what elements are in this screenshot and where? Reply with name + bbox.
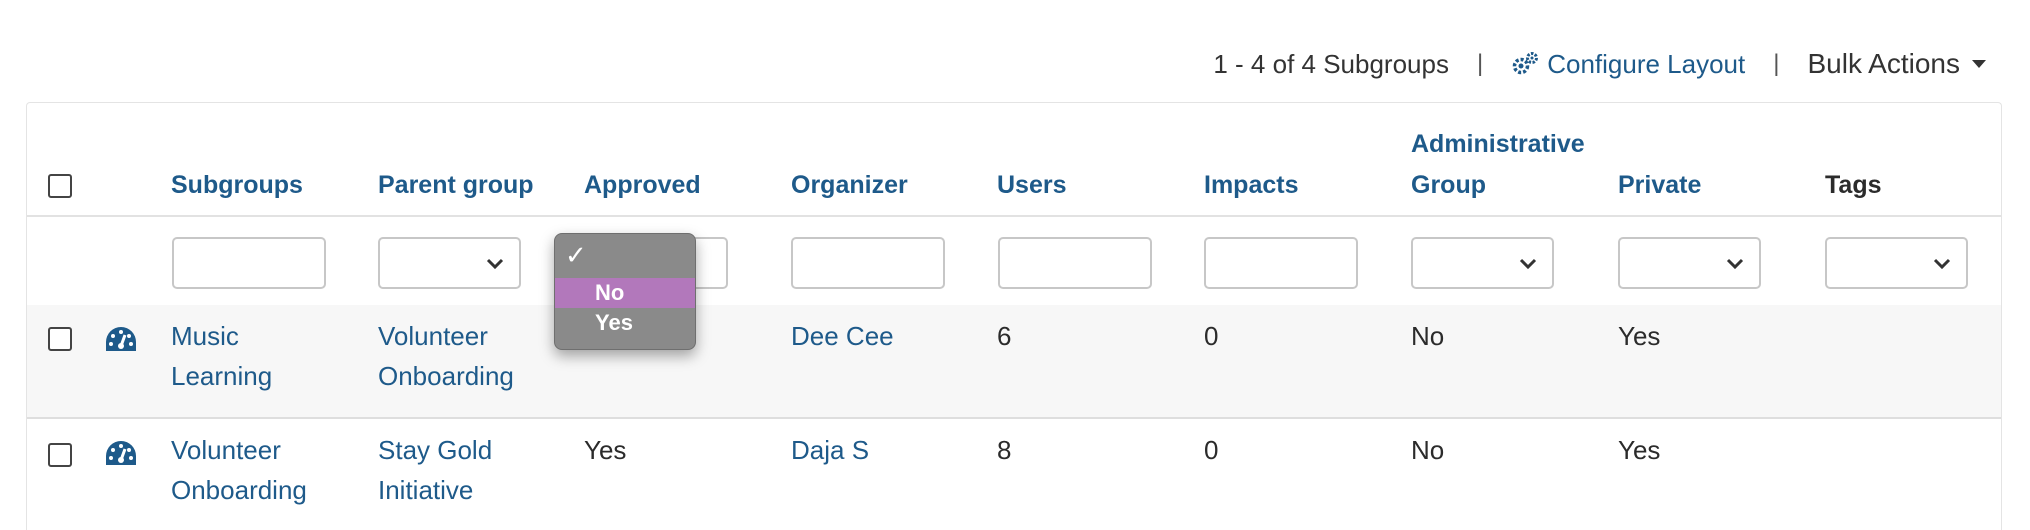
parent-group-link-line2[interactable]: Onboarding xyxy=(378,356,514,396)
parent-group-filter-select[interactable] xyxy=(378,237,521,289)
table-filter-row xyxy=(27,217,2001,305)
column-header-users[interactable]: Users xyxy=(997,165,1067,205)
configure-layout-link[interactable]: Configure Layout xyxy=(1511,49,1745,80)
column-header-parent-group[interactable]: Parent group xyxy=(378,165,534,205)
users-value: 6 xyxy=(997,321,1012,351)
approved-dropdown-menu: ✓ No Yes xyxy=(554,233,696,350)
gears-icon xyxy=(1512,52,1539,75)
subgroup-link-line1[interactable]: Music xyxy=(171,316,239,356)
chevron-down-icon xyxy=(1933,258,1951,270)
chevron-down-icon xyxy=(1726,258,1744,270)
row-select-checkbox[interactable] xyxy=(48,443,72,467)
organizer-filter-input[interactable] xyxy=(791,237,945,289)
impacts-filter-input[interactable] xyxy=(1204,237,1358,289)
impacts-value: 0 xyxy=(1204,321,1219,351)
tags-filter-select[interactable] xyxy=(1825,237,1968,289)
dropdown-option-no[interactable]: No xyxy=(555,278,695,308)
chevron-down-icon xyxy=(486,258,504,270)
parent-group-link-line1[interactable]: Stay Gold xyxy=(378,430,492,470)
parent-group-link-line1[interactable]: Volunteer xyxy=(378,316,488,356)
subgroup-link-line1[interactable]: Volunteer xyxy=(171,430,281,470)
admin-group-filter-select[interactable] xyxy=(1411,237,1554,289)
parent-group-link-line2[interactable]: Initiative xyxy=(378,470,473,510)
column-header-private[interactable]: Private xyxy=(1618,165,1701,205)
private-value: Yes xyxy=(1618,321,1661,351)
column-header-tags: Tags xyxy=(1825,171,1882,199)
approved-value: Yes xyxy=(584,435,627,465)
column-header-organizer[interactable]: Organizer xyxy=(791,165,908,205)
table-toolbar: 1 - 4 of 4 Subgroups | Configure Layout … xyxy=(1213,44,1986,84)
admin-group-value: No xyxy=(1411,321,1445,351)
toolbar-separator: | xyxy=(1476,50,1484,77)
bulk-actions-button[interactable]: Bulk Actions xyxy=(1807,48,1986,80)
chevron-down-icon xyxy=(1519,258,1537,270)
column-header-impacts[interactable]: Impacts xyxy=(1204,165,1298,205)
empty-option-checked[interactable]: ✓ xyxy=(555,240,695,270)
caret-down-icon xyxy=(1972,60,1986,68)
configure-layout-label: Configure Layout xyxy=(1547,48,1746,79)
column-header-approved[interactable]: Approved xyxy=(584,165,701,205)
users-filter-input[interactable] xyxy=(998,237,1152,289)
column-header-admin-group-line1[interactable]: Administrative xyxy=(1411,124,1585,164)
impacts-value: 0 xyxy=(1204,435,1219,465)
select-all-checkbox[interactable] xyxy=(48,174,72,198)
table-header-row: Subgroups Parent group Approved Organize… xyxy=(27,103,2001,217)
column-header-admin-group-line2[interactable]: Group xyxy=(1411,165,1486,205)
dashboard-icon[interactable] xyxy=(104,439,138,469)
table-row: Volunteer Onboarding Stay Gold Initiativ… xyxy=(27,419,2001,530)
result-count: 1 - 4 of 4 Subgroups xyxy=(1213,48,1449,79)
toolbar-separator: | xyxy=(1773,50,1780,77)
private-filter-select[interactable] xyxy=(1618,237,1761,289)
bulk-actions-label: Bulk Actions xyxy=(1807,48,1960,79)
subgroups-table: Subgroups Parent group Approved Organize… xyxy=(26,102,2002,530)
organizer-link[interactable]: Dee Cee xyxy=(791,316,894,356)
dropdown-option-yes[interactable]: Yes xyxy=(555,308,695,338)
admin-group-value: No xyxy=(1411,435,1445,465)
subgroups-filter-input[interactable] xyxy=(172,237,326,289)
column-header-subgroups[interactable]: Subgroups xyxy=(171,165,303,205)
table-row: Music Learning Volunteer Onboarding Dee … xyxy=(27,305,2001,419)
dashboard-icon[interactable] xyxy=(104,325,138,355)
subgroups-page: 1 - 4 of 4 Subgroups | Configure Layout … xyxy=(0,0,2030,530)
subgroup-link-line2[interactable]: Onboarding xyxy=(171,470,307,510)
private-value: Yes xyxy=(1618,435,1661,465)
row-select-checkbox[interactable] xyxy=(48,327,72,351)
subgroup-link-line2[interactable]: Learning xyxy=(171,356,272,396)
users-value: 8 xyxy=(997,435,1012,465)
organizer-link[interactable]: Daja S xyxy=(791,430,869,470)
